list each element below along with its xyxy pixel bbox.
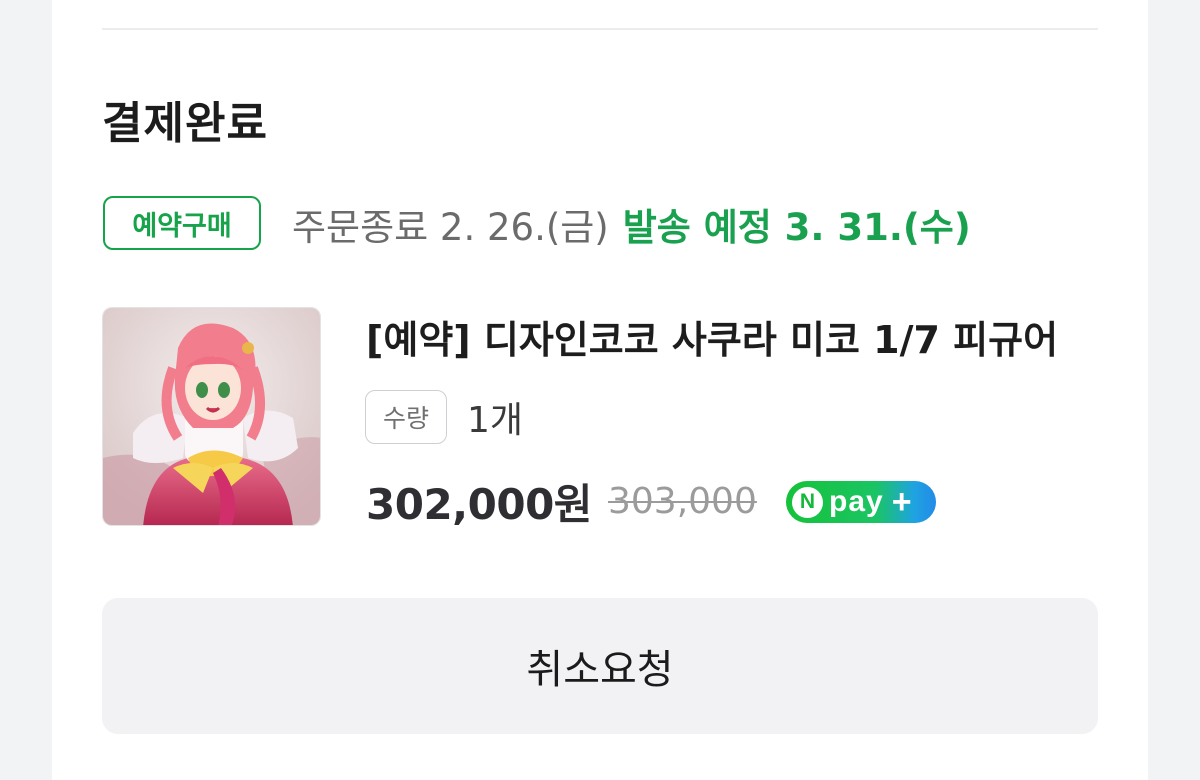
product-name-link[interactable]: [예약] 디자인코코 사쿠라 미코 1/7 피규어 [366, 310, 1098, 370]
product-thumbnail[interactable] [102, 307, 321, 526]
npay-circle: N [792, 486, 823, 518]
quantity-value: 1개 [467, 400, 524, 441]
npay-plus-icon: N pay + [786, 481, 936, 523]
npay-text: pay [829, 485, 884, 518]
divider [102, 28, 1098, 30]
shipping-date: 발송 예정 3. 31.(수) [622, 206, 971, 249]
figure-image-icon [103, 308, 320, 525]
preorder-badge: 예약구매 [103, 196, 261, 250]
order-status-title: 결제완료 [102, 98, 268, 149]
quantity-label: 수량 [365, 390, 447, 444]
cancel-request-button[interactable]: 취소요청 [102, 598, 1098, 734]
order-end-date: 주문종료 2. 26.(금) [292, 206, 609, 249]
npay-plus-mark: + [891, 483, 912, 521]
sale-price: 302,000원 [366, 479, 592, 529]
original-price: 303,000 [608, 480, 757, 522]
order-schedule: 주문종료 2. 26.(금) 발송 예정 3. 31.(수) [292, 196, 971, 252]
